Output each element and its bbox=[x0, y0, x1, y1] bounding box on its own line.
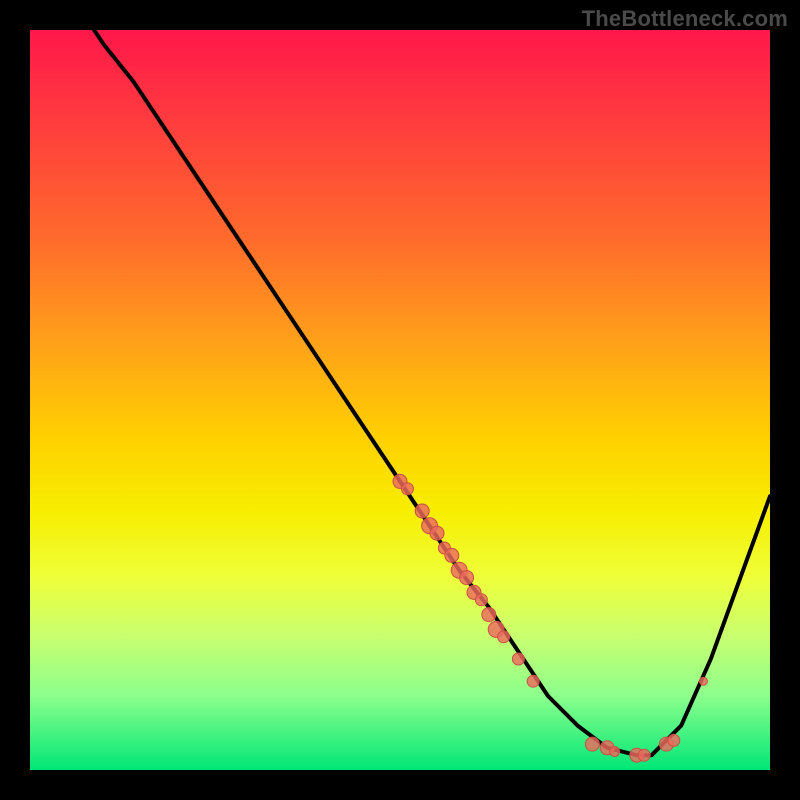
data-point bbox=[445, 548, 459, 562]
data-point bbox=[482, 608, 496, 622]
watermark: TheBottleneck.com bbox=[582, 6, 788, 32]
plot-area bbox=[30, 30, 770, 770]
data-point bbox=[401, 483, 413, 495]
data-point bbox=[475, 594, 487, 606]
data-point bbox=[699, 677, 707, 685]
chart-frame: TheBottleneck.com bbox=[0, 0, 800, 800]
data-point bbox=[668, 734, 680, 746]
data-point bbox=[430, 526, 444, 540]
data-point bbox=[460, 571, 474, 585]
data-point bbox=[415, 504, 429, 518]
data-point bbox=[498, 631, 510, 643]
data-point bbox=[638, 749, 650, 761]
data-point bbox=[585, 737, 599, 751]
data-point bbox=[610, 747, 620, 757]
bottleneck-curve bbox=[30, 0, 770, 755]
chart-svg bbox=[30, 30, 770, 770]
data-point bbox=[512, 653, 524, 665]
data-point bbox=[527, 675, 539, 687]
